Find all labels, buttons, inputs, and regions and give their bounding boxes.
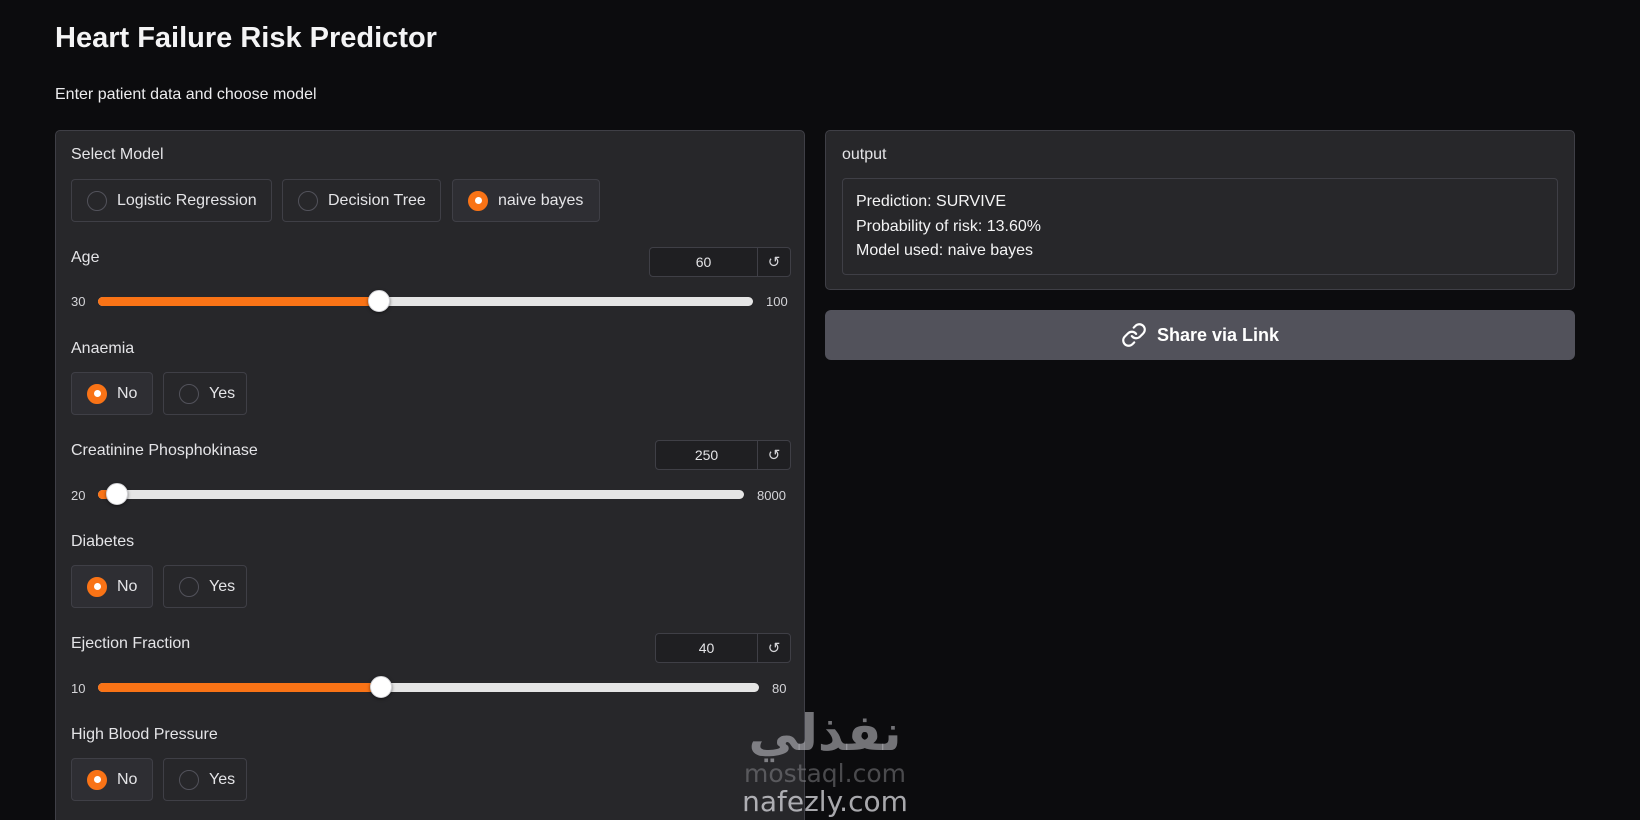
option-label: No bbox=[117, 577, 138, 595]
model-option-naive-bayes[interactable]: naive bayes bbox=[452, 179, 600, 222]
watermark-logo: نفذلي mostaql.com nafezly.com bbox=[715, 705, 935, 817]
anaemia-option-yes[interactable]: Yes bbox=[163, 372, 247, 415]
age-min: 30 bbox=[71, 294, 86, 309]
slider-thumb[interactable] bbox=[370, 676, 393, 698]
ejection-value[interactable]: 40 bbox=[656, 634, 758, 662]
diabetes-label: Diabetes bbox=[71, 533, 135, 550]
share-button-label: Share via Link bbox=[1156, 324, 1280, 345]
anaemia-option-no[interactable]: No bbox=[71, 372, 153, 415]
watermark-nafezly-text: nafezly.com bbox=[742, 785, 908, 818]
app-root: Heart Failure Risk Predictor Enter patie… bbox=[0, 0, 1640, 820]
reset-icon[interactable]: ↺ bbox=[758, 441, 790, 469]
probability-line: Probability of risk: 13.60% bbox=[856, 217, 1041, 235]
radio-selected-icon bbox=[87, 769, 107, 790]
model-option-decision-tree[interactable]: Decision Tree bbox=[282, 179, 441, 222]
output-textbox[interactable]: Prediction: SURVIVE Probability of risk:… bbox=[842, 178, 1558, 275]
ejection-slider[interactable] bbox=[98, 676, 759, 698]
radio-circle-icon bbox=[179, 383, 199, 404]
prediction-line: Prediction: SURVIVE bbox=[856, 193, 1006, 210]
model-option-label: Logistic Regression bbox=[117, 191, 257, 209]
select-model-label: Select Model bbox=[71, 146, 164, 163]
model-option-label: naive bayes bbox=[498, 191, 584, 209]
option-label: No bbox=[117, 770, 138, 788]
radio-circle-icon bbox=[87, 190, 107, 211]
ejection-max: 80 bbox=[772, 681, 787, 696]
page-subtitle: Enter patient data and choose model bbox=[55, 86, 317, 103]
ejection-min: 10 bbox=[71, 681, 86, 696]
slider-fill bbox=[98, 683, 382, 692]
creatinine-number-input[interactable]: 250 ↺ bbox=[655, 440, 791, 470]
option-label: Yes bbox=[209, 384, 236, 402]
age-label: Age bbox=[71, 249, 100, 266]
option-label: Yes bbox=[209, 770, 236, 788]
link-icon bbox=[1122, 323, 1146, 347]
watermark-mostaql-text: mostaql.com bbox=[744, 759, 906, 788]
model-used-line: Model used: naive bayes bbox=[856, 242, 1033, 259]
slider-thumb[interactable] bbox=[367, 290, 390, 312]
radio-selected-icon bbox=[87, 383, 107, 404]
age-max: 100 bbox=[766, 294, 788, 309]
slider-thumb[interactable] bbox=[105, 483, 128, 505]
anaemia-label: Anaemia bbox=[71, 340, 135, 357]
radio-selected-icon bbox=[87, 576, 107, 597]
radio-selected-icon bbox=[468, 190, 488, 211]
age-number-input[interactable]: 60 ↺ bbox=[649, 247, 791, 277]
slider-fill bbox=[98, 297, 379, 306]
output-label: output bbox=[842, 146, 887, 163]
diabetes-option-no[interactable]: No bbox=[71, 565, 153, 608]
output-panel: output Prediction: SURVIVE Probability o… bbox=[825, 130, 1575, 290]
option-label: Yes bbox=[209, 577, 236, 595]
inputs-panel: Select Model Logistic Regression Decisio… bbox=[55, 130, 805, 820]
page-title: Heart Failure Risk Predictor bbox=[55, 22, 437, 54]
creatinine-label: Creatinine Phosphokinase bbox=[71, 442, 258, 459]
high-bp-label: High Blood Pressure bbox=[71, 726, 218, 743]
ejection-label: Ejection Fraction bbox=[71, 635, 191, 652]
share-via-link-button[interactable]: Share via Link bbox=[825, 310, 1575, 360]
watermark-arabic-logo: نفذلي bbox=[748, 704, 902, 762]
high-bp-option-yes[interactable]: Yes bbox=[163, 758, 247, 801]
radio-circle-icon bbox=[298, 190, 318, 211]
ejection-number-input[interactable]: 40 ↺ bbox=[655, 633, 791, 663]
model-option-label: Decision Tree bbox=[328, 191, 426, 209]
creatinine-slider[interactable] bbox=[98, 483, 744, 505]
option-label: No bbox=[117, 384, 138, 402]
creatinine-min: 20 bbox=[71, 488, 86, 503]
age-value[interactable]: 60 bbox=[650, 248, 758, 276]
reset-icon[interactable]: ↺ bbox=[758, 248, 790, 276]
age-slider[interactable] bbox=[98, 290, 753, 312]
radio-circle-icon bbox=[179, 576, 199, 597]
radio-circle-icon bbox=[179, 769, 199, 790]
high-bp-option-no[interactable]: No bbox=[71, 758, 153, 801]
model-option-logistic-regression[interactable]: Logistic Regression bbox=[71, 179, 272, 222]
creatinine-max: 8000 bbox=[757, 488, 786, 503]
creatinine-value[interactable]: 250 bbox=[656, 441, 758, 469]
diabetes-option-yes[interactable]: Yes bbox=[163, 565, 247, 608]
reset-icon[interactable]: ↺ bbox=[758, 634, 790, 662]
